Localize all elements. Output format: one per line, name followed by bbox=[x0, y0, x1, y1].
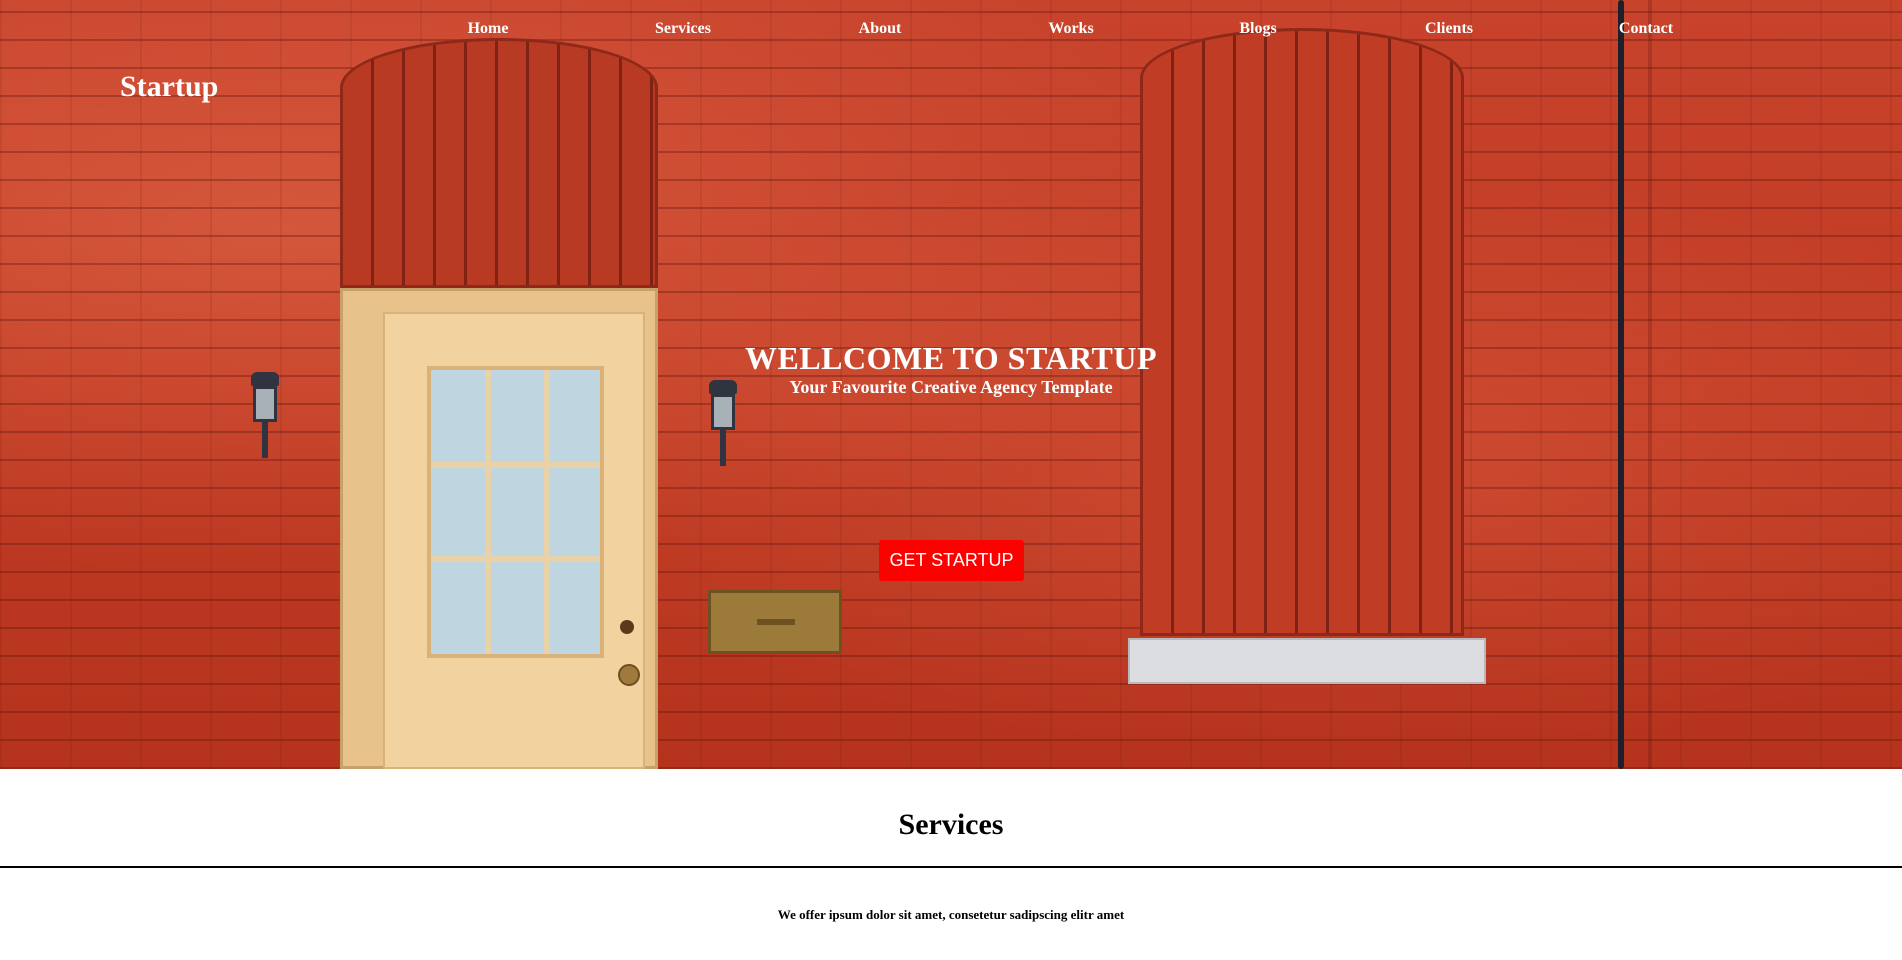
window-sill bbox=[1128, 638, 1486, 684]
nav-item-home[interactable]: Home bbox=[468, 20, 509, 38]
nav-item-works[interactable]: Works bbox=[1048, 20, 1093, 38]
get-startup-button[interactable]: GET STARTUP bbox=[879, 540, 1024, 581]
nav-item-about[interactable]: About bbox=[859, 20, 902, 38]
section-divider bbox=[0, 866, 1902, 868]
hero-subtitle: Your Favourite Creative Agency Template bbox=[789, 377, 1113, 397]
door-lock-icon bbox=[620, 620, 634, 634]
main-nav: Home Services About Works Blogs Clients … bbox=[0, 20, 1902, 42]
door-knob-icon bbox=[618, 664, 640, 686]
door-window bbox=[427, 366, 604, 658]
window-shutter bbox=[1140, 28, 1464, 636]
hero-title: WELLCOME TO STARTUP bbox=[744, 340, 1157, 376]
nav-item-blogs[interactable]: Blogs bbox=[1239, 20, 1276, 38]
services-heading: Services bbox=[898, 808, 1004, 841]
nav-item-contact[interactable]: Contact bbox=[1619, 20, 1673, 38]
nav-item-clients[interactable]: Clients bbox=[1425, 20, 1473, 38]
services-description: We offer ipsum dolor sit amet, consetetu… bbox=[777, 907, 1125, 922]
site-logo[interactable]: Startup bbox=[120, 70, 218, 104]
hero-section: Startup Home Services About Works Blogs … bbox=[0, 0, 1902, 769]
door-arch-panel bbox=[340, 38, 658, 288]
mailbox-icon bbox=[708, 590, 842, 654]
nav-item-services[interactable]: Services bbox=[655, 20, 711, 38]
